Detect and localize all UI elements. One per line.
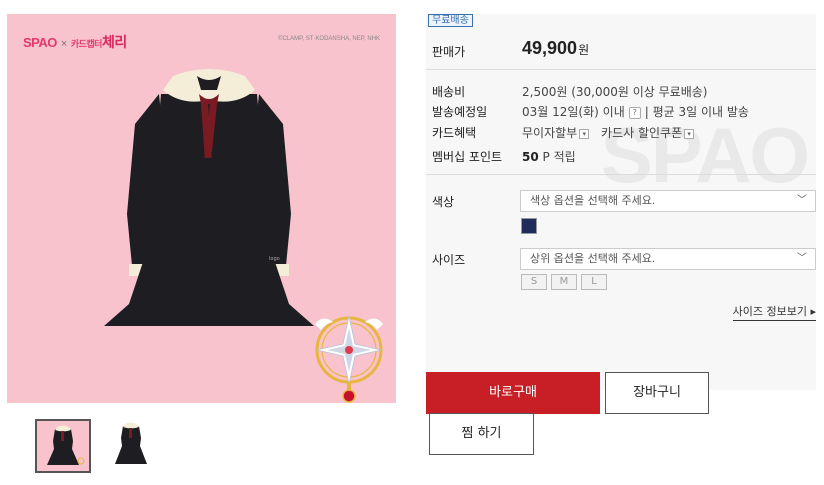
price-unit: 원 xyxy=(578,43,590,57)
points-value: 50 xyxy=(522,150,539,164)
copyright-text: ©CLAMP, ST·KODANSHA, NEP, NHK xyxy=(278,36,380,42)
size-option-l[interactable]: L xyxy=(581,274,607,290)
color-select-placeholder: 색상 옵션을 선택해 주세요. xyxy=(530,194,656,207)
thumb-dress-icon xyxy=(115,422,147,464)
size-label: 사이즈 xyxy=(432,253,466,267)
size-option-m[interactable]: M xyxy=(551,274,577,290)
card-benefit-label: 카드혜택 xyxy=(432,126,477,140)
price-label: 판매가 xyxy=(432,45,466,59)
color-select[interactable]: 색상 옵션을 선택해 주세요. ﹀ xyxy=(520,190,816,212)
star-wand-emblem xyxy=(315,315,383,403)
points-row: 50 P 적립 xyxy=(522,148,576,165)
card-benefit-row: 무이자할부 ▾ 카드사 할인쿠폰 ▾ xyxy=(522,124,695,141)
divider xyxy=(426,174,816,175)
ship-date-label: 발송예정일 xyxy=(432,105,488,119)
chevron-down-icon[interactable]: ▾ xyxy=(579,128,590,139)
size-option-s[interactable]: S xyxy=(521,274,547,290)
add-to-cart-button[interactable]: 장바구니 xyxy=(605,372,709,414)
product-main-image: SPAO × 카드캡터체리 ©CLAMP, ST·KODANSHA, NEP, NH… xyxy=(7,14,396,403)
chevron-down-icon: ﹀ xyxy=(797,195,807,206)
thumb-front-white[interactable] xyxy=(104,419,160,473)
dress-illustration: logo xyxy=(104,69,314,326)
shipping-label: 배송비 xyxy=(432,85,466,99)
color-label: 색상 xyxy=(432,195,455,209)
ship-date-row: 03월 12일(화) 이내? | 평균 3일 이내 발송 xyxy=(522,103,749,120)
collab-logo: SPAO × 카드캡터체리 xyxy=(23,32,127,52)
product-info-panel: SPAO 무료배송 판매가 49,900원 배송비 2,500원 (30,000… xyxy=(426,14,816,390)
price-display: 49,900원 xyxy=(522,38,589,59)
points-unit: P 적립 xyxy=(542,150,576,164)
brand-logo: SPAO xyxy=(23,35,57,50)
shipping-value: 2,500원 (30,000원 이상 무료배송) xyxy=(522,85,708,99)
svg-text:logo: logo xyxy=(269,256,280,262)
card-coupon-link[interactable]: 카드사 할인쿠폰 xyxy=(601,126,682,140)
chevron-down-icon[interactable]: ▾ xyxy=(684,128,695,139)
chevron-down-icon: ﹀ xyxy=(797,253,807,264)
collab-name: 체리 xyxy=(101,34,127,50)
collab-separator: × xyxy=(60,38,67,50)
color-swatch-navy[interactable] xyxy=(521,218,537,234)
ship-date-value: 03월 12일(화) 이내 xyxy=(522,105,625,119)
size-guide-link[interactable]: 사이즈 정보보기 ▸ xyxy=(732,303,816,321)
thumb-front-pink[interactable] xyxy=(35,419,91,473)
size-select[interactable]: 상위 옵션을 선택해 주세요. ﹀ xyxy=(520,248,816,270)
collab-sub: 카드캡터 xyxy=(70,39,103,49)
wishlist-button[interactable]: 찜 하기 xyxy=(429,413,534,455)
divider xyxy=(426,69,816,70)
price-value: 49,900 xyxy=(522,38,578,58)
free-shipping-badge: 무료배송 xyxy=(428,14,473,27)
help-icon[interactable]: ? xyxy=(628,106,641,119)
installment-link[interactable]: 무이자할부 xyxy=(522,126,577,140)
points-label: 멤버십 포인트 xyxy=(432,150,503,164)
buy-now-button[interactable]: 바로구매 xyxy=(426,372,600,414)
thumb-dress-icon xyxy=(47,425,85,465)
size-select-placeholder: 상위 옵션을 선택해 주세요. xyxy=(530,252,656,265)
ship-date-average: | 평균 3일 이내 발송 xyxy=(644,105,749,119)
